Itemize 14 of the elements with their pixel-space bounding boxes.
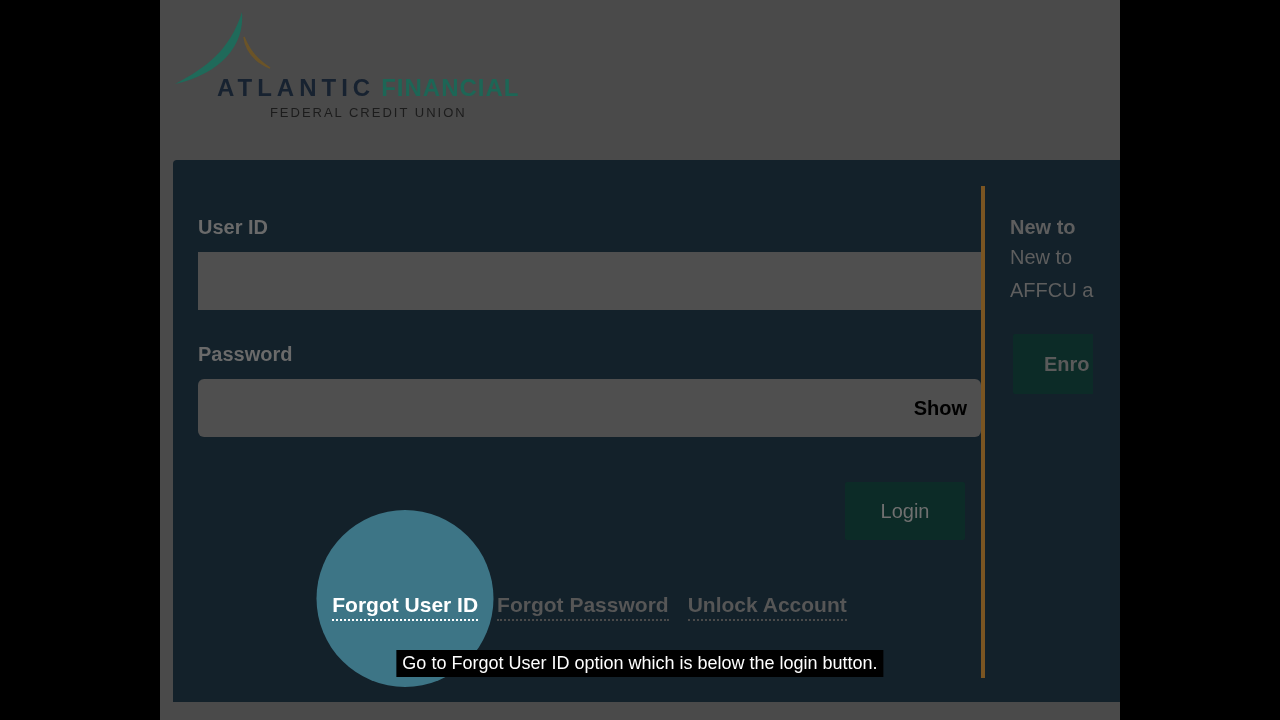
link[interactable]: Forgot User ID [332, 591, 479, 621]
panel-text: New to [1010, 245, 1073, 270]
input-field[interactable] [198, 252, 981, 310]
password-field[interactable]: Show [198, 379, 981, 437]
login-button[interactable]: Login [845, 482, 965, 540]
panel-heading: New to [1010, 215, 1076, 240]
link[interactable]: Forgot Password [497, 591, 669, 621]
field-label: User ID [198, 215, 269, 240]
panel-text: AFFCU a [1010, 278, 1094, 303]
field-label: Password [198, 342, 293, 367]
caption-text: Go to Forgot User ID option which is below the login button. [396, 650, 884, 677]
enroll-button[interactable]: Enro [1013, 334, 1093, 394]
show-button[interactable]: Show [913, 394, 967, 422]
link[interactable]: Unlock Account [687, 591, 847, 621]
